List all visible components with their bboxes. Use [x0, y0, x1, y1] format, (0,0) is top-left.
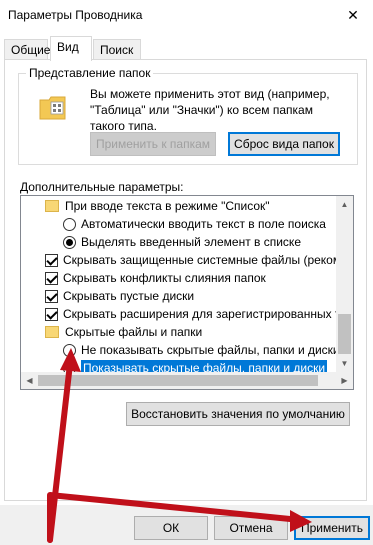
vertical-scroll-thumb[interactable]: [338, 314, 351, 354]
tree-item-label: Скрывать расширения для зарегистрированн…: [63, 307, 354, 321]
radio-hide-hidden-files[interactable]: Не показывать скрытые файлы, папки и дис…: [63, 341, 340, 359]
tab-general[interactable]: Общие: [4, 39, 50, 60]
radio-button[interactable]: [63, 217, 76, 231]
tree-item-label: Скрывать защищенные системные файлы (рек…: [63, 253, 354, 267]
reset-folders-button[interactable]: Сброс вида папок: [228, 132, 340, 156]
tab-search[interactable]: Поиск: [93, 39, 141, 60]
tree-item-label: Скрывать пустые диски: [63, 289, 195, 303]
cancel-button[interactable]: Отмена: [214, 516, 288, 540]
tree-folder-hidden-files: Скрытые файлы и папки: [45, 323, 202, 341]
checkbox-hide-empty-drives[interactable]: Скрывать пустые диски: [45, 287, 194, 305]
folder-icon: [45, 326, 59, 338]
advanced-settings-label: Дополнительные параметры:: [20, 180, 184, 194]
tree-item-label: При вводе текста в режиме "Список": [65, 199, 270, 213]
tree-item-label: Не показывать скрытые файлы, папки и дис…: [81, 343, 340, 357]
tree-item-label: Выделять введенный элемент в списке: [81, 235, 301, 249]
tab-view[interactable]: Вид: [50, 36, 92, 61]
ok-button[interactable]: ОК: [134, 516, 208, 540]
scroll-right-icon[interactable]: ▶: [336, 372, 353, 389]
restore-defaults-button[interactable]: Восстановить значения по умолчанию: [126, 402, 350, 426]
folder-views-legend: Представление папок: [26, 66, 154, 80]
checkbox[interactable]: [45, 271, 58, 285]
radio-auto-search[interactable]: Автоматически вводить текст в поле поиск…: [63, 215, 326, 233]
horizontal-scroll-thumb[interactable]: [38, 375, 318, 386]
tree-item-label: Автоматически вводить текст в поле поиск…: [81, 217, 326, 231]
close-icon[interactable]: ✕: [333, 0, 373, 30]
checkbox[interactable]: [45, 289, 58, 303]
checkbox-hide-merge-conflicts[interactable]: Скрывать конфликты слияния папок: [45, 269, 266, 287]
apply-to-folders-button[interactable]: Применить к папкам: [90, 132, 216, 156]
tree-folder-list-mode: При вводе текста в режиме "Список": [45, 197, 270, 215]
checkbox[interactable]: [45, 307, 58, 321]
folder-views-description: Вы можете применить этот вид (например, …: [90, 87, 330, 133]
advanced-settings-tree[interactable]: При вводе текста в режиме "Список" Автом…: [20, 195, 354, 390]
horizontal-scrollbar[interactable]: ◀ ▶: [21, 372, 353, 389]
apply-button[interactable]: Применить: [294, 516, 370, 540]
checkbox[interactable]: [45, 253, 58, 267]
radio-button[interactable]: [63, 235, 76, 249]
scroll-up-icon[interactable]: ▲: [336, 196, 353, 213]
checkbox-hide-extensions[interactable]: Скрывать расширения для зарегистрированн…: [45, 305, 354, 323]
tree-item-label: Скрытые файлы и папки: [65, 325, 203, 339]
window-title: Параметры Проводника: [8, 8, 143, 22]
folder-view-icon: [38, 92, 68, 122]
checkbox-hide-system-files[interactable]: Скрывать защищенные системные файлы (рек…: [45, 251, 354, 269]
radio-select-item[interactable]: Выделять введенный элемент в списке: [63, 233, 301, 251]
vertical-scrollbar[interactable]: ▲ ▼: [336, 196, 353, 372]
folder-icon: [45, 200, 59, 212]
scroll-down-icon[interactable]: ▼: [336, 355, 353, 372]
tree-item-label: Скрывать конфликты слияния папок: [63, 271, 266, 285]
radio-button[interactable]: [63, 343, 76, 357]
scroll-left-icon[interactable]: ◀: [21, 372, 38, 389]
title-bar: Параметры Проводника ✕: [0, 0, 373, 30]
